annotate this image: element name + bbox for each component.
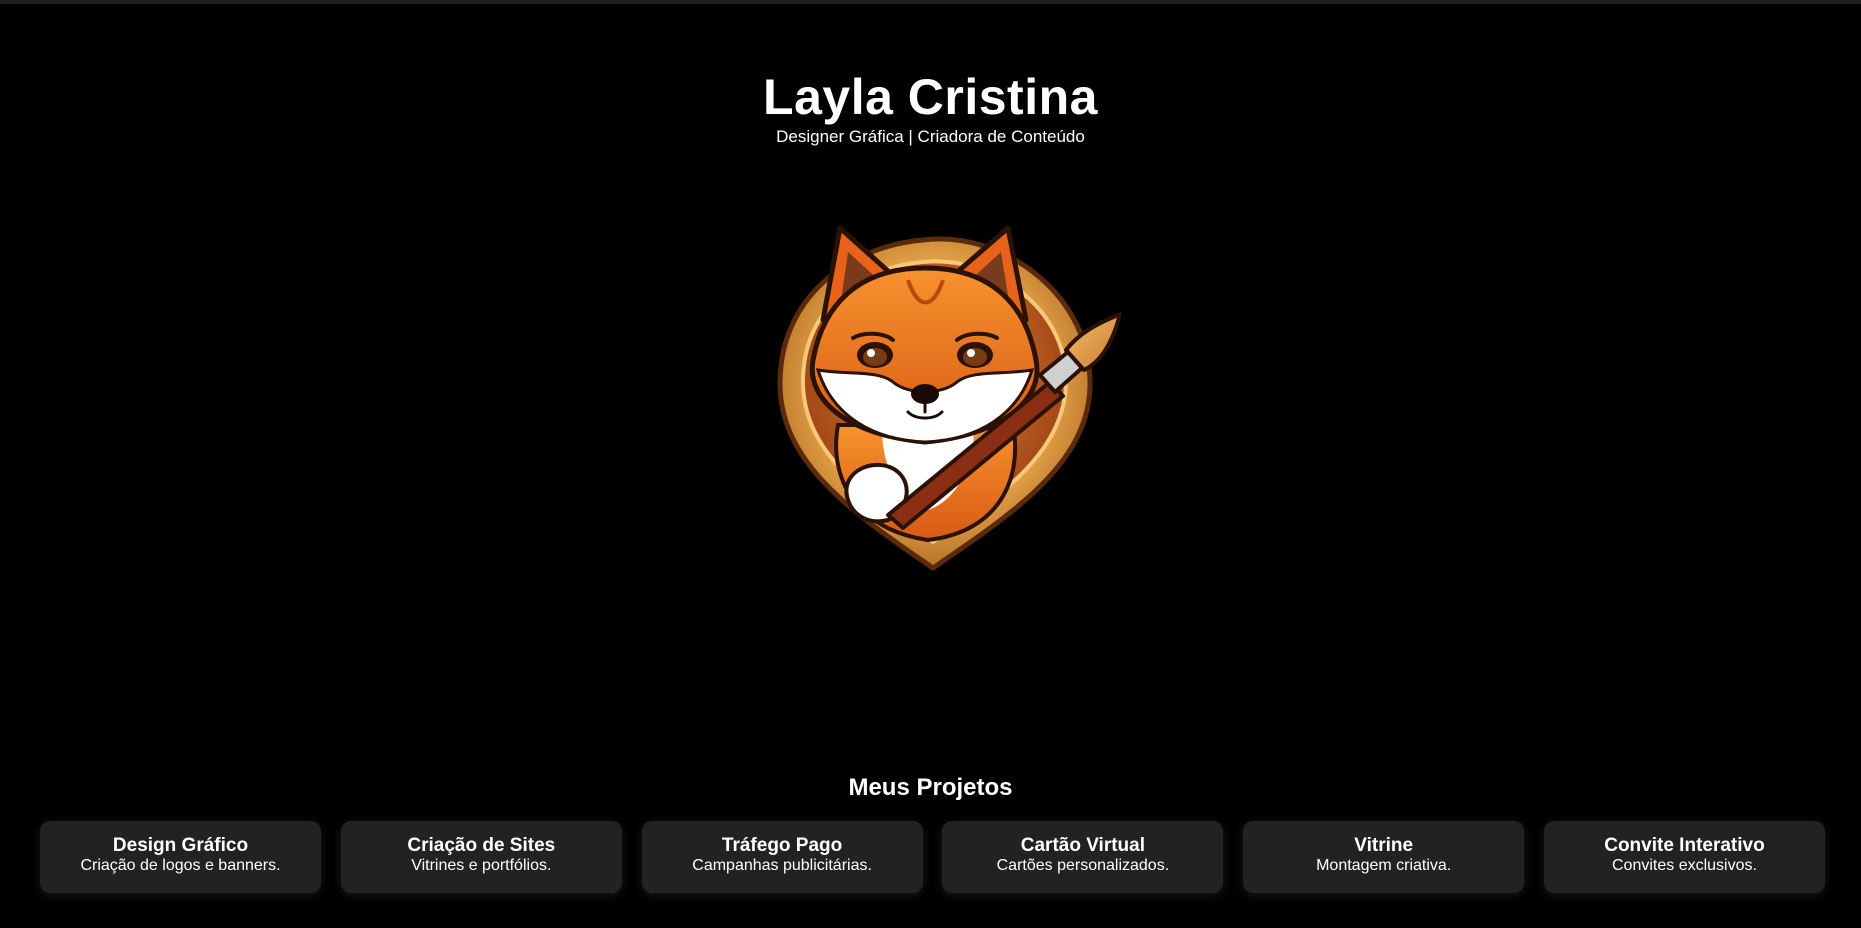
project-card-description: Vitrines e portfólios. bbox=[411, 857, 552, 874]
project-card-description: Convites exclusivos. bbox=[1612, 857, 1757, 874]
project-card-vitrine[interactable]: Vitrine Montagem criativa. bbox=[1243, 821, 1525, 893]
project-card-title: Convite Interativo bbox=[1604, 835, 1765, 856]
projects-list: Design Gráfico Criação de logos e banner… bbox=[40, 821, 1825, 893]
project-card-trafego-pago[interactable]: Tráfego Pago Campanhas publicitárias. bbox=[641, 821, 923, 893]
project-card-description: Criação de logos e banners. bbox=[80, 857, 281, 874]
project-card-description: Cartões personalizados. bbox=[996, 857, 1170, 874]
project-card-title: Tráfego Pago bbox=[721, 835, 843, 856]
site-header: Layla Cristina Designer Gráfica | Criado… bbox=[0, 68, 1861, 148]
project-card-title: Design Gráfico bbox=[112, 835, 249, 856]
project-card-design-grafico[interactable]: Design Gráfico Criação de logos e banner… bbox=[40, 821, 321, 893]
page: Layla Cristina Designer Gráfica | Criado… bbox=[0, 0, 1861, 928]
projects-heading: Meus Projetos bbox=[848, 774, 1013, 801]
project-card-title: Vitrine bbox=[1354, 835, 1414, 856]
project-card-cartao-virtual[interactable]: Cartão Virtual Cartões personalizados. bbox=[942, 821, 1224, 893]
page-subtitle: Designer Gráfica | Criadora de Conteúdo bbox=[776, 127, 1085, 146]
project-card-description: Montagem criativa. bbox=[1316, 857, 1452, 874]
project-card-title: Criação de Sites bbox=[407, 835, 556, 856]
project-card-convite-interativo[interactable]: Convite Interativo Convites exclusivos. bbox=[1543, 821, 1825, 893]
project-card-criacao-de-sites[interactable]: Criação de Sites Vitrines e portfólios. bbox=[340, 821, 622, 893]
page-title: Layla Cristina bbox=[763, 69, 1098, 125]
fox-nose bbox=[911, 384, 939, 404]
project-card-title: Cartão Virtual bbox=[1020, 835, 1146, 856]
project-card-description: Campanhas publicitárias. bbox=[692, 857, 872, 874]
fox-mascot-with-paintbrush-icon bbox=[777, 225, 1122, 572]
